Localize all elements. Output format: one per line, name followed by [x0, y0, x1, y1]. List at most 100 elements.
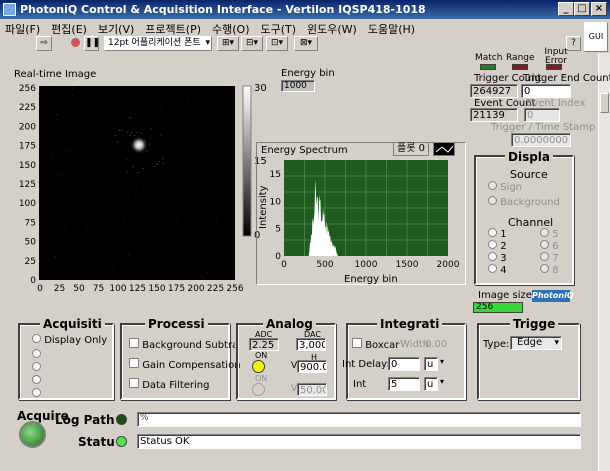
image-noise-pixel [191, 136, 193, 138]
channel-4-option[interactable]: 4 [488, 264, 507, 276]
image-noise-pixel [136, 221, 138, 223]
image-noise-pixel [185, 209, 186, 211]
acquisition-mode-option[interactable] [32, 374, 41, 387]
channel-6-option[interactable]: 6 [540, 240, 559, 252]
menu-project[interactable]: 프로젝트(P) [140, 19, 207, 37]
menu-edit[interactable]: 편집(E) [46, 19, 93, 37]
status-label: Statu [78, 435, 115, 449]
image-noise-pixel [195, 166, 197, 168]
source-signal-option[interactable]: Sign [488, 181, 522, 193]
background-subtraction-checkbox[interactable]: Background Subtractio [129, 338, 235, 351]
gain-compensation-checkbox[interactable]: Gain Compensation [129, 358, 241, 371]
status-field: Status OK [137, 434, 581, 449]
channel-2-option[interactable]: 2 [488, 240, 507, 252]
image-noise-pixel [85, 229, 87, 231]
maximize-button[interactable]: □ [574, 2, 590, 16]
image-noise-pixel [131, 132, 133, 134]
image-noise-pixel [180, 148, 182, 150]
image-noise-pixel [177, 221, 179, 222]
pause-icon[interactable]: ❚❚ [84, 36, 100, 51]
int-dropdown-icon[interactable]: ▾ [440, 377, 450, 390]
align-icon[interactable]: ⊞▾ [217, 36, 239, 51]
reorder-icon[interactable]: ⊠▾ [294, 36, 318, 51]
v2-value: 50.00 [297, 383, 327, 396]
image-noise-pixel [144, 246, 146, 248]
image-noise-pixel [158, 109, 160, 111]
image-noise-pixel [182, 181, 184, 183]
abort-icon[interactable] [68, 36, 82, 51]
close-button[interactable]: × [591, 2, 607, 16]
data-filtering-checkbox[interactable]: Data Filtering [129, 378, 209, 391]
image-noise-pixel [225, 149, 227, 151]
realtime-image-graph[interactable]: 2562252001751501251007550250 0 25 50 75 100 1… [0, 78, 280, 298]
status-led [116, 436, 127, 447]
path-icon: % [140, 413, 149, 423]
image-noise-pixel [50, 157, 51, 159]
image-noise-pixel [128, 254, 130, 256]
trigger-end-count-value[interactable]: 0 [521, 84, 571, 98]
image-noise-pixel [203, 278, 205, 279]
image-noise-pixel [185, 237, 187, 239]
channel-1-option[interactable]: 1 [488, 228, 507, 240]
acquisition-mode-option[interactable] [32, 348, 41, 361]
channel-3-option[interactable]: 3 [488, 252, 507, 264]
image-noise-pixel [108, 154, 110, 156]
menu-file[interactable]: 파일(F) [0, 19, 46, 37]
image-noise-pixel [176, 89, 178, 91]
display-only-option[interactable]: Display Only [32, 334, 107, 346]
image-noise-pixel [57, 154, 59, 156]
image-noise-pixel [60, 182, 62, 184]
acquisition-title: Acquisiti [40, 317, 105, 331]
acquisition-mode-option[interactable] [32, 387, 41, 400]
channel-8-option[interactable]: 8 [540, 264, 559, 276]
font-select[interactable]: 12pt 어플리케이션 폰트 ▾ [104, 36, 212, 51]
int-delay-unit-select[interactable]: u [424, 357, 438, 371]
image-noise-pixel [104, 92, 106, 94]
image-noise-pixel [94, 180, 96, 182]
log-path-field[interactable]: % [137, 412, 581, 427]
image-noise-pixel [42, 91, 44, 93]
v1-value[interactable]: 900.0 [297, 360, 327, 373]
toolbar: ⇨ ❚❚ 12pt 어플리케이션 폰트 ▾ ⊞▾ ⊟▾ ⊡▾ ⊠▾ ? GUI [0, 22, 610, 52]
menu-operate[interactable]: 수행(O) [207, 19, 255, 37]
menu-window[interactable]: 윈도우(W) [302, 19, 363, 37]
image-noise-pixel [74, 96, 76, 98]
minimize-button[interactable]: _ [558, 2, 574, 16]
dac-value[interactable]: 3,000 [296, 338, 326, 351]
image-size-value[interactable]: 256 [473, 302, 523, 313]
image-y-tick: 125 [19, 180, 36, 190]
image-noise-pixel [86, 269, 88, 271]
int-delay-dropdown-icon[interactable]: ▾ [440, 357, 450, 370]
analog-on-led[interactable] [252, 360, 265, 373]
image-noise-pixel [123, 215, 125, 217]
image-noise-pixel [59, 166, 61, 168]
boxcar-checkbox[interactable]: Boxcar [352, 338, 399, 351]
spectrum-graph[interactable]: 151050 0 500 1000 1500 2000 Intensity Energy… [256, 154, 466, 284]
image-noise-pixel [127, 104, 129, 106]
log-path-led [116, 414, 127, 425]
acquisition-mode-option[interactable] [32, 361, 41, 374]
int-value[interactable]: 5 [388, 377, 420, 391]
image-noise-pixel [206, 272, 208, 274]
int-delay-value[interactable]: 0 [388, 357, 420, 371]
image-noise-pixel [105, 265, 107, 267]
image-x-tick: 125 [129, 284, 146, 294]
analog-off-led[interactable] [252, 383, 265, 396]
int-unit-select[interactable]: u [424, 377, 438, 391]
vertical-scrollbar[interactable] [598, 53, 610, 471]
run-arrow-icon[interactable]: ⇨ [36, 36, 52, 51]
distribute-icon[interactable]: ⊟▾ [241, 36, 263, 51]
image-x-tick: 175 [168, 284, 185, 294]
trigger-type-select[interactable]: Edge ▾ [510, 336, 562, 350]
resize-icon[interactable]: ⊡▾ [266, 36, 288, 51]
acquire-button[interactable] [19, 421, 46, 448]
channel-7-option[interactable]: 7 [540, 252, 559, 264]
channel-5-option[interactable]: 5 [540, 228, 559, 240]
energy-bin-value[interactable]: 1000 [281, 80, 315, 92]
menu-view[interactable]: 보기(V) [93, 19, 140, 37]
menu-tools[interactable]: 도구(T) [255, 19, 302, 37]
source-background-option[interactable]: Background [488, 196, 560, 208]
radio-icon [32, 375, 41, 384]
menu-help[interactable]: 도움말(H) [363, 19, 421, 37]
image-plot-area [39, 86, 235, 280]
